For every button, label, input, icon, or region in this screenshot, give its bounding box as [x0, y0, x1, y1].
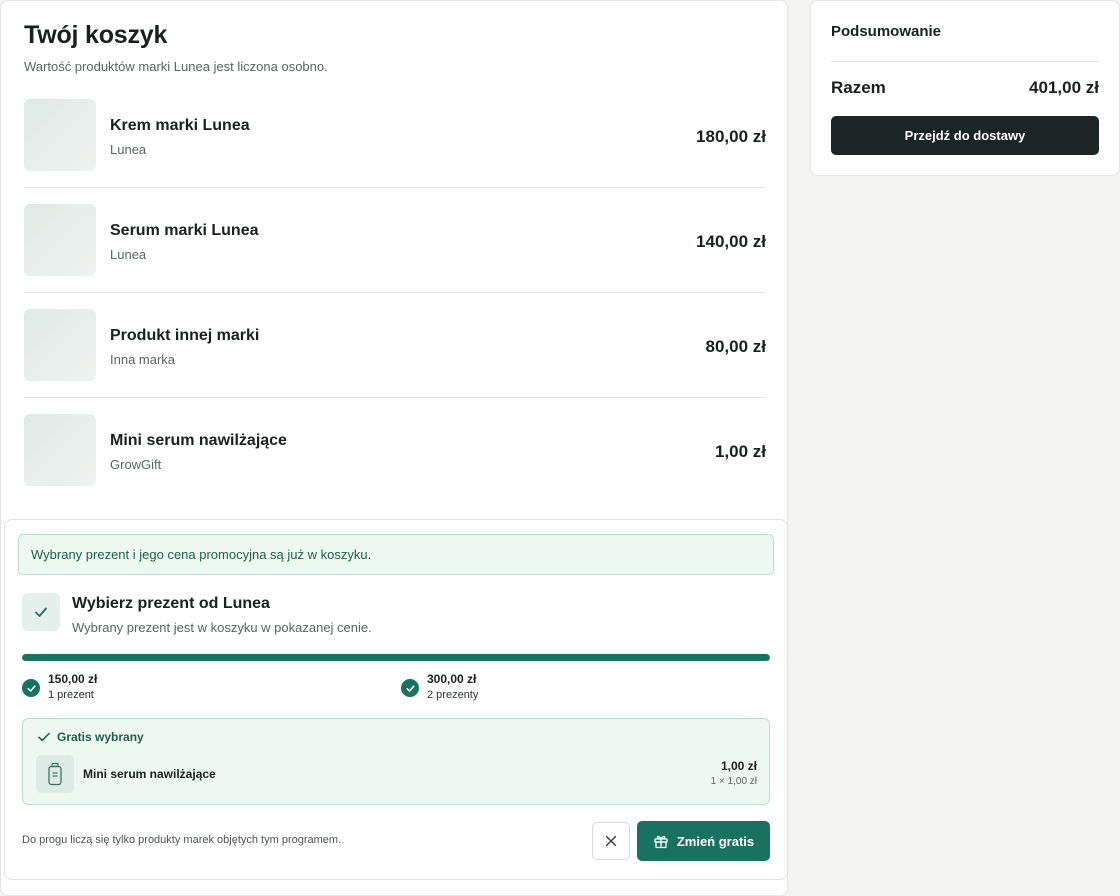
product-name[interactable]: Mini serum nawilżające: [110, 432, 287, 450]
threshold-check-icon: [22, 679, 40, 697]
gift-status-check: [22, 593, 60, 631]
selected-gift-box: Gratis wybrany Mini serum nawilżające 1,…: [22, 718, 770, 805]
threshold-label: 2 prezenty: [427, 689, 479, 701]
product-price: 140,00 zł: [696, 232, 766, 251]
product-image[interactable]: [24, 309, 96, 381]
product-brand: Lunea: [110, 142, 147, 157]
gift-icon: [654, 836, 668, 849]
threshold-amount: 150,00 zł: [48, 672, 98, 686]
divider: [831, 61, 1099, 62]
product-image[interactable]: [24, 204, 96, 276]
selected-gift-name: Mini serum nawilżające: [83, 767, 216, 781]
product-image[interactable]: [24, 414, 96, 486]
cart-item: Serum marki Lunea Lunea 140,00 zł: [24, 188, 766, 293]
check-icon: [38, 732, 50, 742]
cart-card: Twój koszyk Wartość produktów marki Lune…: [0, 0, 788, 896]
summary-card: Podsumowanie Razem 401,00 zł Przejdź do …: [810, 0, 1120, 176]
cart-item: Krem marki Lunea Lunea 180,00 zł: [24, 83, 766, 188]
selected-gift-price: 1,00 zł: [720, 759, 757, 773]
cart-subtitle: Wartość produktów marki Lunea jest liczo…: [24, 59, 328, 74]
product-brand: Inna marka: [110, 352, 176, 367]
selected-gift-label: Gratis wybrany: [57, 730, 144, 744]
check-icon: [35, 607, 47, 617]
product-price: 1,00 zł: [714, 442, 766, 461]
threshold-amount: 300,00 zł: [427, 672, 477, 686]
product-image[interactable]: [24, 99, 96, 171]
product-name[interactable]: Serum marki Lunea: [110, 222, 259, 240]
cart-items-list: Krem marki Lunea Lunea 180,00 zł Serum m…: [24, 83, 766, 503]
product-name[interactable]: Produkt innej marki: [110, 327, 259, 345]
selected-gift-qty: 1 × 1,00 zł: [710, 776, 757, 787]
gift-footnote: Do progu liczą się tylko produkty marek …: [22, 834, 342, 846]
change-gift-label: Zmień gratis: [676, 833, 755, 849]
change-gift-button[interactable]: Zmień gratis: [637, 821, 770, 861]
gift-panel: Wybrany prezent i jego cena promocyjna s…: [4, 519, 788, 880]
remove-gift-button[interactable]: [592, 822, 630, 860]
summary-title: Podsumowanie: [831, 23, 942, 40]
cart-item: Mini serum nawilżające GrowGift 1,00 zł: [24, 398, 766, 503]
checkout-button[interactable]: Przejdź do dostawy: [831, 116, 1099, 155]
gift-subtitle: Wybrany prezent jest w koszyku w pokazan…: [72, 620, 372, 635]
gift-progress-bar: [22, 654, 770, 661]
gift-title: Wybierz prezent od Lunea: [72, 595, 270, 612]
gift-notice: Wybrany prezent i jego cena promocyjna s…: [18, 534, 774, 575]
close-icon: [605, 835, 617, 847]
product-price: 80,00 zł: [705, 337, 767, 356]
product-name[interactable]: Krem marki Lunea: [110, 117, 250, 135]
total-label: Razem: [831, 78, 886, 97]
cart-item: Produkt innej marki Inna marka 80,00 zł: [24, 293, 766, 398]
threshold-label: 1 prezent: [48, 689, 94, 701]
product-price: 180,00 zł: [696, 127, 766, 146]
selected-gift-header: Gratis wybrany: [37, 730, 144, 744]
total-value: 401,00 zł: [1029, 78, 1099, 97]
gift-progress-fill: [22, 654, 770, 661]
threshold-check-icon: [401, 679, 419, 697]
page-title: Twój koszyk: [24, 21, 168, 49]
product-brand: GrowGift: [110, 457, 162, 472]
bottle-icon: [36, 755, 74, 793]
product-brand: Lunea: [110, 247, 147, 262]
